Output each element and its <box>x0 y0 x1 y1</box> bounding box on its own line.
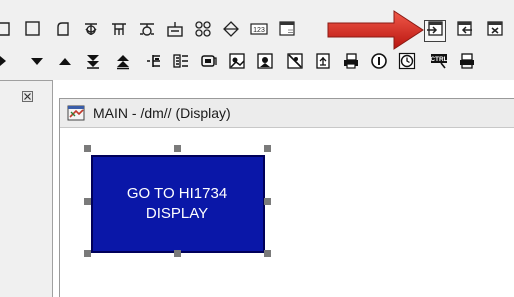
display-link-icon <box>426 20 444 43</box>
pane-close-button[interactable] <box>22 91 33 102</box>
display-window-title: MAIN - /dm// (Display) <box>93 105 231 121</box>
ctrl-key-icon: CTRL <box>430 52 448 75</box>
toolbar-button-numeric-field[interactable]: 123 <box>248 20 270 42</box>
double-down-icon <box>84 52 102 75</box>
screen-icon <box>200 52 218 75</box>
toolbar-button-clock[interactable] <box>396 52 418 74</box>
toolbar-button-double-up[interactable] <box>112 52 134 74</box>
display-back-icon <box>456 20 474 43</box>
freeform-icon <box>110 20 128 43</box>
toolbar-button-tank[interactable] <box>164 20 186 42</box>
grid-icon <box>194 20 212 43</box>
toolbar-button-screen[interactable] <box>198 52 220 74</box>
resize-handle-bottom[interactable] <box>174 250 181 257</box>
toolbar-button-tree[interactable] <box>312 52 334 74</box>
display-document-icon <box>67 105 85 121</box>
left-pane <box>0 80 53 297</box>
rounded-square-icon <box>54 20 72 43</box>
toolbar-button-freeform[interactable] <box>108 20 130 42</box>
triangle-up-icon <box>56 52 74 75</box>
toolbar-button-grid[interactable] <box>192 20 214 42</box>
toolbar-button-display-back[interactable] <box>454 20 476 42</box>
info-icon <box>370 52 388 75</box>
toolbar-button-double-down[interactable] <box>82 52 104 74</box>
open-shape-icon <box>0 20 14 43</box>
close-display-icon <box>486 20 504 43</box>
toolbar-button-list[interactable] <box>142 52 164 74</box>
toolbar-button-open-shape[interactable] <box>0 20 16 42</box>
toolbar-button-play-right[interactable] <box>0 52 12 74</box>
annotation-arrow <box>326 8 426 52</box>
window-icon <box>278 20 296 43</box>
resize-handle-left[interactable] <box>84 198 91 205</box>
toolbar-button-printer[interactable] <box>340 52 362 74</box>
resize-handle-top[interactable] <box>174 145 181 152</box>
toolbar-button-info[interactable] <box>368 52 390 74</box>
triangle-down-icon <box>28 52 46 75</box>
image-edit-icon <box>256 52 274 75</box>
square-icon <box>24 20 42 43</box>
toolbar-button-close-display[interactable] <box>484 20 506 42</box>
pane-divider <box>0 80 52 81</box>
toolbar-button-stamp[interactable] <box>456 52 478 74</box>
toolbar-button-square[interactable] <box>22 20 44 42</box>
image-icon <box>228 52 246 75</box>
printer-icon <box>342 52 360 75</box>
valve-icon <box>138 20 156 43</box>
diamond-icon <box>222 20 240 43</box>
double-up-icon <box>114 52 132 75</box>
toolbar-button-display-link[interactable] <box>424 20 446 42</box>
annotation-arrow-shape <box>327 10 424 50</box>
resize-handle-bottom-right[interactable] <box>264 250 271 257</box>
toolbar-button-polygon[interactable] <box>80 20 102 42</box>
ctrl-key-text: CTRL <box>430 56 447 63</box>
toolbar-button-triangle-down[interactable] <box>26 52 48 74</box>
toolbar-button-rounded-square[interactable] <box>52 20 74 42</box>
go-to-display-label: GO TO HI1734 DISPLAY <box>126 185 228 222</box>
toolbar-button-window[interactable] <box>276 20 298 42</box>
detail-list-icon <box>172 52 190 75</box>
list-icon <box>144 52 162 75</box>
toolbar-button-valve[interactable] <box>136 20 158 42</box>
tank-icon <box>166 20 184 43</box>
image-clear-icon <box>286 52 304 75</box>
toolbar-button-image-clear[interactable] <box>284 52 306 74</box>
numeric-field-text: 123 <box>253 27 265 34</box>
resize-handle-top-left[interactable] <box>84 145 91 152</box>
toolbar-button-triangle-up[interactable] <box>54 52 76 74</box>
clock-icon <box>398 52 416 75</box>
toolbar-button-image[interactable] <box>226 52 248 74</box>
go-to-display-button[interactable]: GO TO HI1734 DISPLAY <box>91 155 265 253</box>
toolbar-button-image-edit[interactable] <box>254 52 276 74</box>
stamp-icon <box>458 52 476 75</box>
resize-handle-right[interactable] <box>264 198 271 205</box>
toolbar-button-diamond[interactable] <box>220 20 242 42</box>
resize-handle-top-right[interactable] <box>264 145 271 152</box>
play-right-icon <box>0 52 10 75</box>
numeric-field-icon: 123 <box>250 20 268 43</box>
tree-icon <box>314 52 332 75</box>
toolbar-button-detail-list[interactable] <box>170 52 192 74</box>
polygon-icon <box>82 20 100 43</box>
display-window-titlebar[interactable]: MAIN - /dm// (Display) <box>60 99 514 128</box>
resize-handle-bottom-left[interactable] <box>84 250 91 257</box>
toolbar-button-ctrl-key[interactable]: CTRL <box>428 52 450 74</box>
toolbar-area: 123 CTRL <box>0 0 514 80</box>
